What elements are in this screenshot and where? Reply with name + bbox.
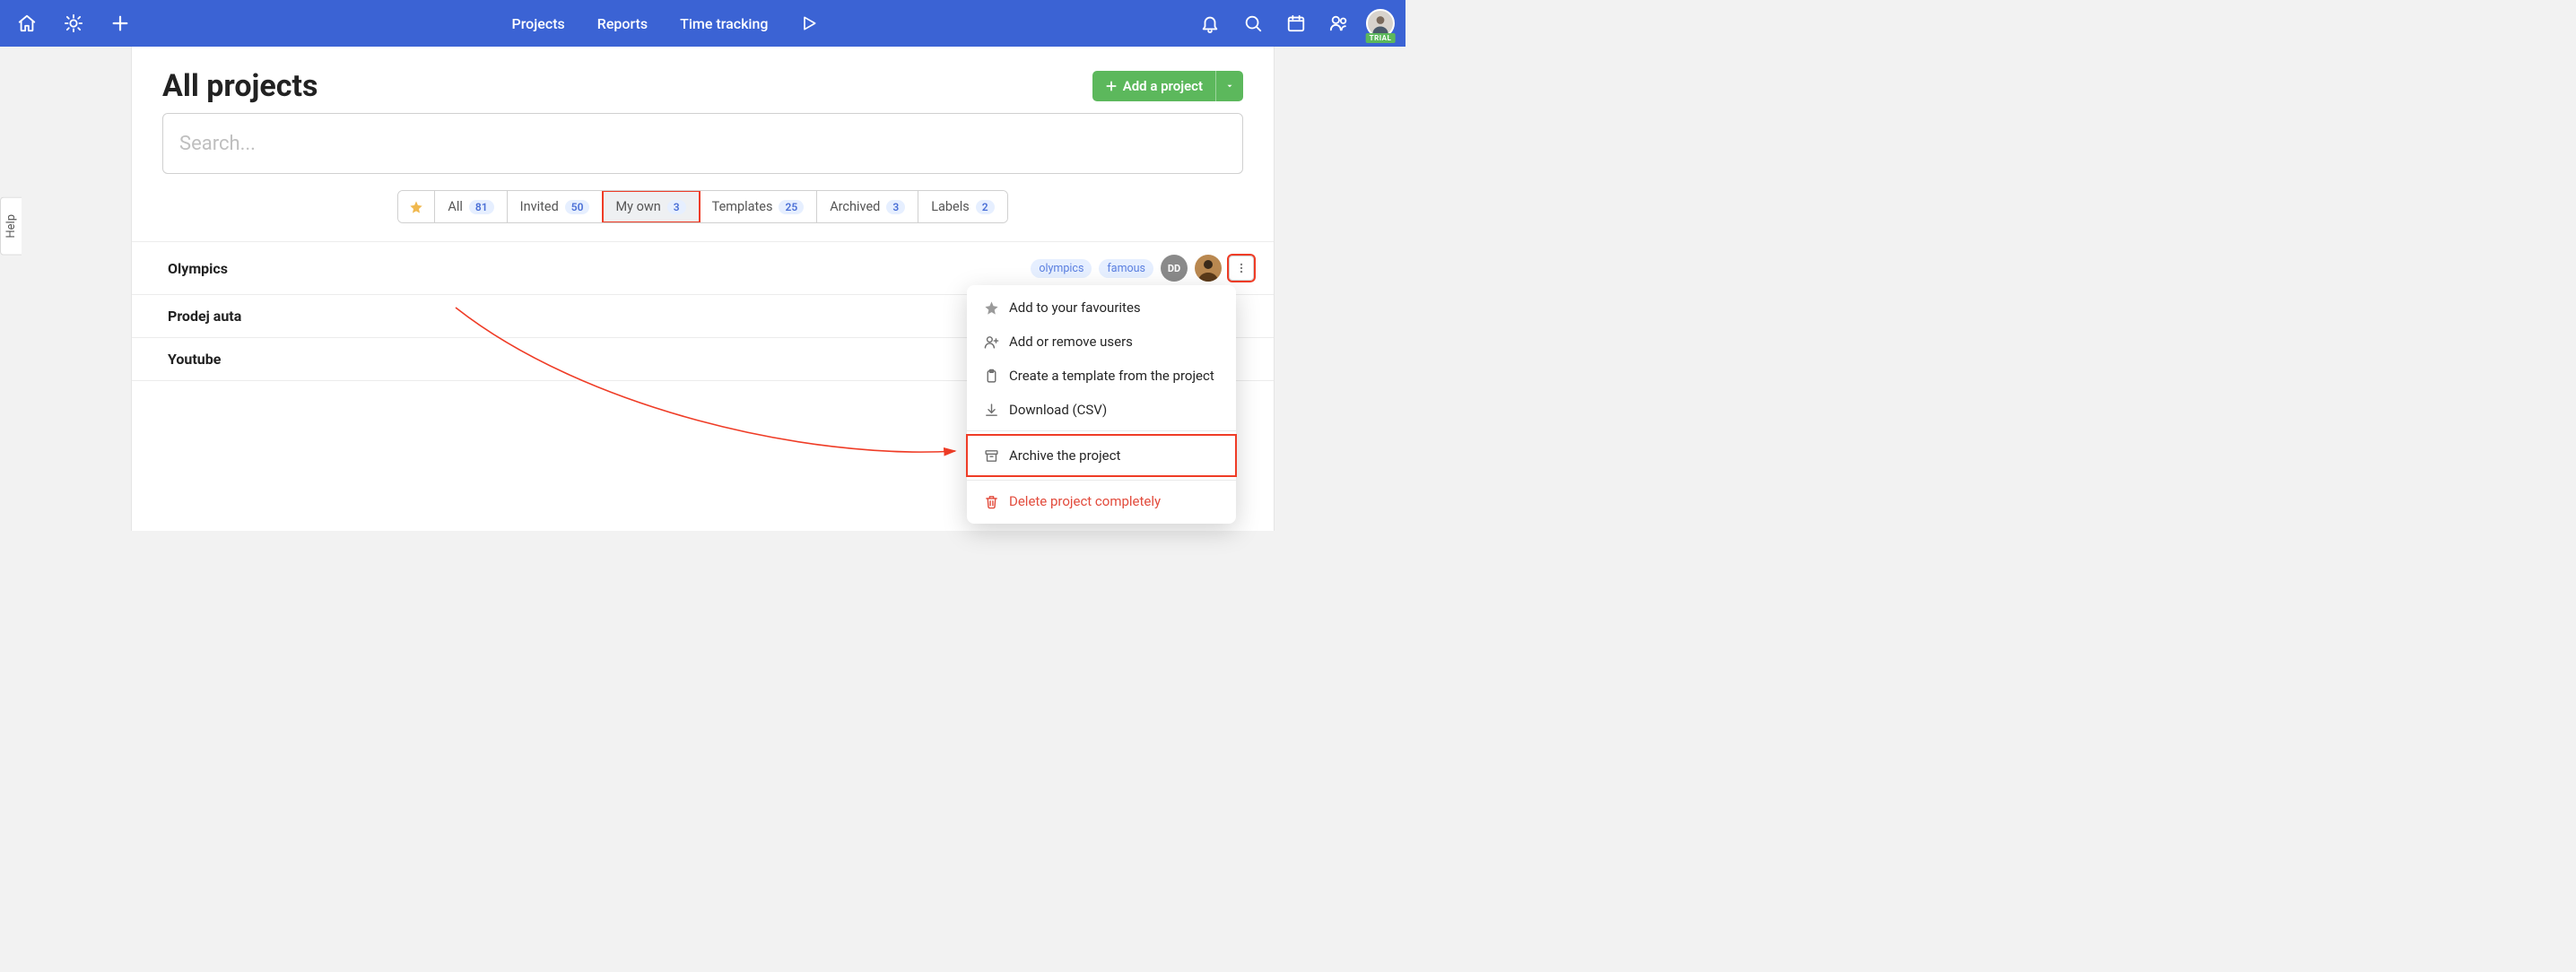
menu-label: Add to your favourites — [1009, 299, 1141, 316]
menu-add-favourite[interactable]: Add to your favourites — [967, 291, 1236, 325]
bell-icon[interactable] — [1194, 7, 1226, 39]
menu-delete-project[interactable]: Delete project completely — [967, 484, 1236, 518]
tab-labels-label: Labels — [931, 199, 970, 214]
menu-label: Delete project completely — [1009, 493, 1161, 509]
menu-label: Add or remove users — [1009, 334, 1133, 350]
menu-download-csv[interactable]: Download (CSV) — [967, 393, 1236, 427]
menu-separator — [967, 480, 1236, 481]
add-project-dropdown[interactable] — [1215, 71, 1243, 101]
star-icon — [409, 200, 423, 214]
tab-templates-count: 25 — [779, 200, 804, 214]
topnav-right: TRIAL — [1194, 7, 1395, 39]
help-tab[interactable]: Help — [0, 197, 22, 256]
project-meta: olympics famous DD — [1031, 255, 1254, 282]
tab-invited[interactable]: Invited 50 — [508, 191, 604, 222]
project-tag[interactable]: famous — [1099, 259, 1153, 278]
archive-icon — [983, 447, 999, 464]
tab-all[interactable]: All 81 — [435, 191, 507, 222]
project-name[interactable]: Olympics — [168, 260, 228, 277]
tab-my-own[interactable]: My own 3 — [603, 191, 699, 222]
plus-icon[interactable] — [104, 7, 136, 39]
user-avatar-initials[interactable]: DD — [1161, 255, 1188, 282]
project-tag[interactable]: olympics — [1031, 259, 1092, 278]
user-plus-icon — [983, 334, 999, 350]
user-avatar-image[interactable] — [1195, 255, 1222, 282]
add-project-label: Add a project — [1123, 78, 1203, 94]
nav-reports[interactable]: Reports — [597, 15, 648, 32]
tab-my-own-label: My own — [615, 199, 660, 214]
project-name[interactable]: Prodej auta — [168, 308, 241, 325]
top-nav: Projects Reports Time tracking TRIAL — [0, 0, 1405, 47]
menu-add-remove-users[interactable]: Add or remove users — [967, 325, 1236, 359]
search-input[interactable] — [162, 113, 1243, 174]
menu-label: Create a template from the project — [1009, 368, 1214, 384]
tab-labels-count: 2 — [976, 200, 995, 214]
tab-archived-label: Archived — [830, 199, 880, 214]
clipboard-icon — [983, 368, 999, 384]
tab-labels[interactable]: Labels 2 — [918, 191, 1006, 222]
tab-favourites[interactable] — [398, 191, 435, 222]
add-project-button[interactable]: Add a project — [1092, 71, 1215, 101]
filter-tabs: All 81 Invited 50 My own 3 Templates 25 … — [132, 190, 1274, 241]
more-vertical-icon — [1235, 262, 1248, 274]
tab-all-count: 81 — [469, 200, 494, 214]
user-avatar[interactable]: TRIAL — [1366, 9, 1395, 38]
search-wrap — [132, 113, 1274, 190]
play-icon[interactable] — [800, 14, 818, 32]
context-menu: Add to your favourites Add or remove use… — [967, 285, 1236, 524]
star-icon — [983, 299, 999, 316]
people-icon[interactable] — [1323, 7, 1355, 39]
tab-templates[interactable]: Templates 25 — [700, 191, 818, 222]
home-icon[interactable] — [11, 7, 43, 39]
download-icon — [983, 402, 999, 418]
project-name[interactable]: Youtube — [168, 351, 221, 368]
menu-archive-project[interactable]: Archive the project — [967, 435, 1236, 476]
calendar-icon[interactable] — [1280, 7, 1312, 39]
nav-projects[interactable]: Projects — [512, 15, 565, 32]
tab-all-label: All — [448, 199, 463, 214]
tab-my-own-count: 3 — [667, 200, 686, 214]
header-row: All projects Add a project — [132, 47, 1274, 113]
tab-archived-count: 3 — [886, 200, 905, 214]
search-icon[interactable] — [1237, 7, 1269, 39]
trial-badge: TRIAL — [1366, 33, 1396, 43]
tab-invited-label: Invited — [520, 199, 559, 214]
tab-invited-count: 50 — [565, 200, 590, 214]
page-title: All projects — [162, 68, 318, 104]
tab-archived[interactable]: Archived 3 — [817, 191, 918, 222]
tab-group: All 81 Invited 50 My own 3 Templates 25 … — [397, 190, 1007, 223]
tab-templates-label: Templates — [712, 199, 773, 214]
settings-gear-icon[interactable] — [57, 7, 90, 39]
menu-label: Archive the project — [1009, 447, 1120, 464]
nav-time-tracking[interactable]: Time tracking — [680, 15, 768, 32]
menu-label: Download (CSV) — [1009, 402, 1107, 418]
trash-icon — [983, 493, 999, 509]
topnav-left — [11, 7, 136, 39]
menu-create-template[interactable]: Create a template from the project — [967, 359, 1236, 393]
menu-separator — [967, 430, 1236, 431]
add-project-group: Add a project — [1092, 71, 1243, 101]
more-menu-button[interactable] — [1229, 256, 1254, 281]
topnav-center: Projects Reports Time tracking — [136, 14, 1194, 32]
